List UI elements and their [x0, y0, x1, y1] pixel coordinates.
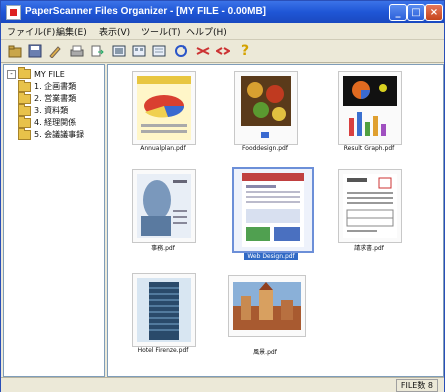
view-small-icon[interactable]	[151, 43, 167, 59]
tree-item[interactable]: 1. 企画書類	[18, 79, 76, 92]
menu-tools[interactable]: ツール(T)	[141, 25, 181, 38]
file-thumbnail[interactable]	[132, 273, 196, 347]
open-icon[interactable]	[7, 43, 23, 59]
file-thumbnail[interactable]	[228, 275, 306, 337]
folder-icon	[18, 91, 31, 104]
view-medium-icon[interactable]	[131, 43, 147, 59]
menu-bar: ファイル(F) 編集(E) 表示(V) ツール(T) ヘルプ(H)	[1, 23, 444, 40]
tree-item[interactable]: 3. 資料類	[18, 103, 68, 116]
file-thumbnail[interactable]	[234, 71, 298, 145]
close-button[interactable]: ×	[425, 4, 443, 21]
minimize-button[interactable]: _	[389, 4, 407, 21]
file-name: 風景.pdf	[253, 349, 277, 356]
file-name: Annualplan.pdf	[140, 145, 186, 152]
file-name: Result Graph.pdf	[343, 145, 395, 152]
tree-item[interactable]: 2. 営業書類	[18, 91, 76, 104]
file-thumbnail[interactable]	[132, 71, 196, 145]
help-icon[interactable]: ?	[237, 43, 253, 59]
tree-item[interactable]: 5. 会議議事録	[18, 127, 84, 140]
folder-icon	[18, 115, 31, 128]
app-icon	[6, 5, 21, 20]
status-bar: FILE数 8	[1, 377, 444, 392]
thumbnail-pane: Annualplan.pdf Fooddesign.pdf Result Gra…	[107, 64, 444, 377]
file-name: 事務.pdf	[151, 245, 175, 252]
folder-icon	[18, 103, 31, 116]
file-name: Hotel Firenze.pdf	[137, 347, 189, 354]
edit-icon[interactable]	[47, 43, 63, 59]
save-icon[interactable]	[27, 43, 43, 59]
window-title: PaperScanner Files Organizer - [MY FILE …	[25, 6, 266, 17]
title-bar[interactable]: PaperScanner Files Organizer - [MY FILE …	[1, 1, 444, 23]
menu-view[interactable]: 表示(V)	[99, 25, 130, 38]
file-thumbnail[interactable]	[338, 71, 402, 145]
folder-icon	[18, 67, 31, 79]
view-large-icon[interactable]	[111, 43, 127, 59]
refresh-icon[interactable]	[173, 43, 189, 59]
menu-file[interactable]: ファイル(F)	[7, 25, 55, 38]
menu-help[interactable]: ヘルプ(H)	[186, 25, 227, 38]
folder-tree: - MY FILE 1. 企画書類 2. 営業書類 3. 資料類 4. 経理関係 …	[3, 64, 105, 377]
toolbar: ?	[1, 40, 444, 63]
file-thumbnail[interactable]	[338, 169, 402, 243]
file-name: Fooddesign.pdf	[242, 145, 288, 152]
scan-icon[interactable]	[69, 43, 85, 59]
tree-item[interactable]: 4. 経理関係	[18, 115, 76, 128]
file-count: FILE数 8	[395, 379, 438, 392]
tree-root[interactable]: - MY FILE	[7, 67, 65, 79]
export-icon[interactable]	[89, 43, 105, 59]
menu-edit[interactable]: 編集(E)	[56, 25, 87, 38]
file-name-selected: Web Design.pdf	[244, 253, 298, 260]
file-name: 請求書.pdf	[354, 245, 384, 252]
app-window: PaperScanner Files Organizer - [MY FILE …	[0, 0, 445, 392]
file-thumbnail-selected[interactable]	[232, 167, 314, 253]
file-thumbnail[interactable]	[132, 169, 196, 243]
folder-icon	[18, 127, 31, 140]
maximize-button[interactable]: □	[407, 4, 425, 21]
folder-icon	[18, 79, 31, 92]
merge-icon[interactable]	[195, 43, 211, 59]
split-icon[interactable]	[215, 43, 231, 59]
